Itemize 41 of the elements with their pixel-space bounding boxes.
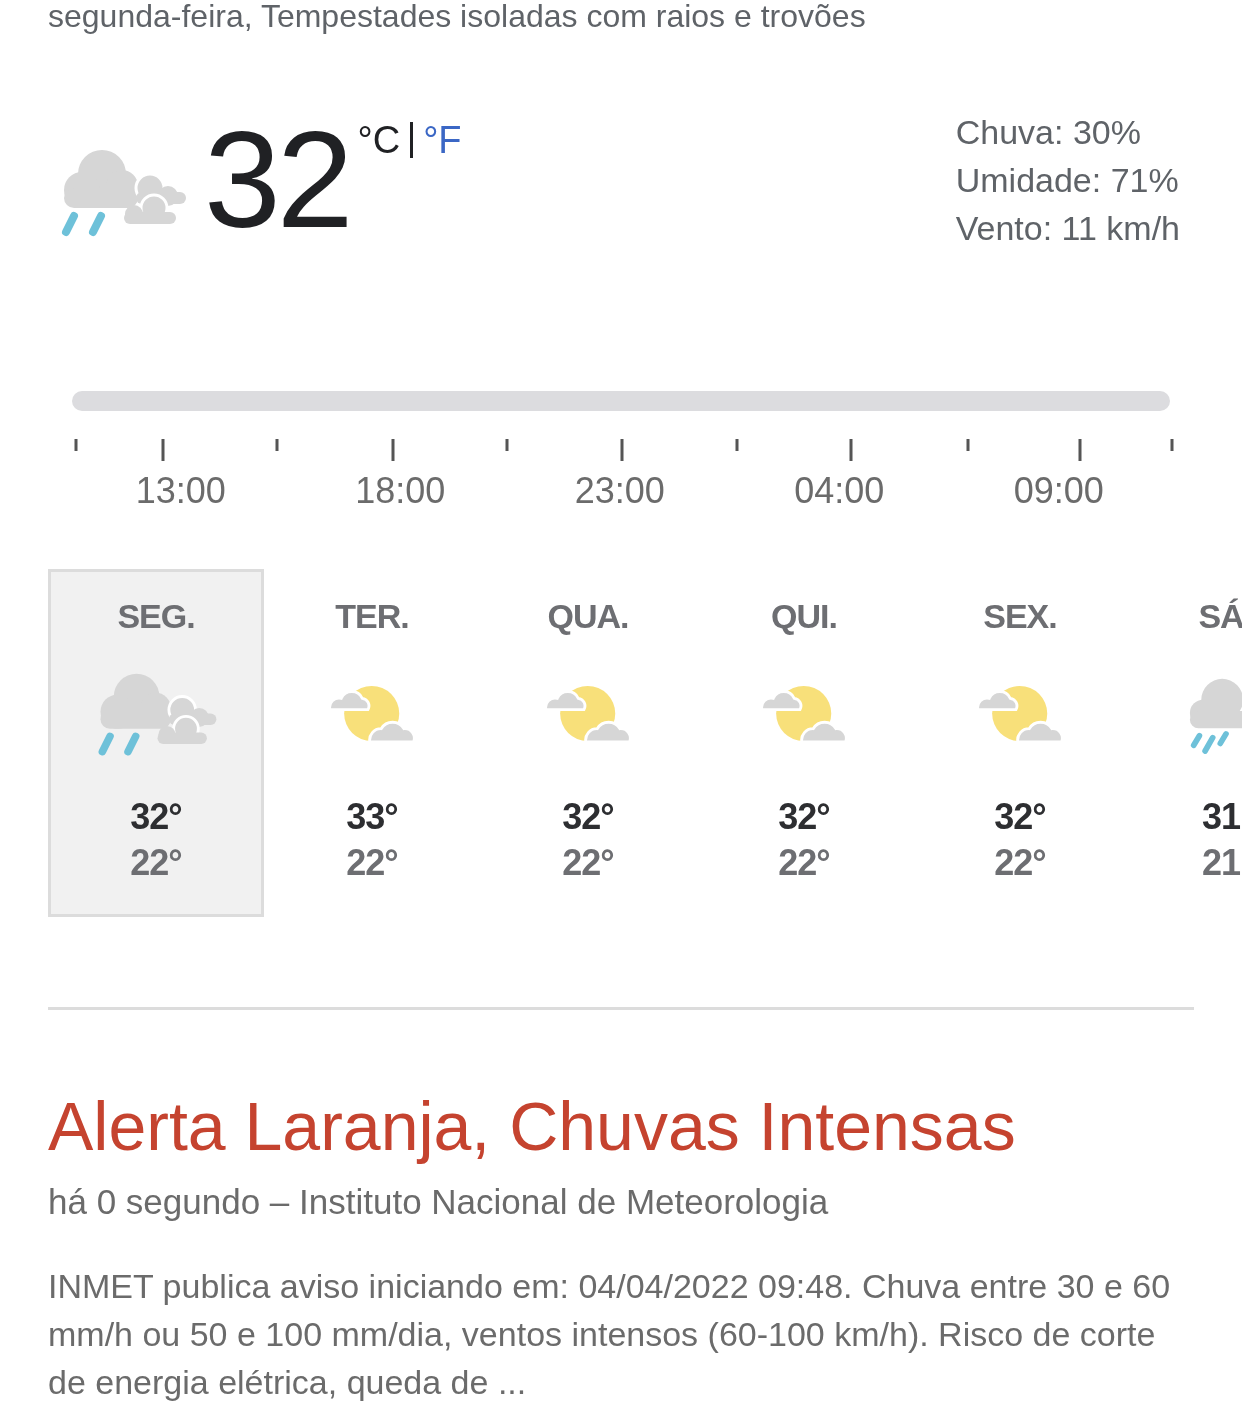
unit-toggle[interactable]: °C bbox=[357, 118, 401, 162]
low-temperature: 22° bbox=[346, 841, 398, 885]
day-label: QUI. bbox=[771, 596, 837, 636]
high-temperature: 32° bbox=[562, 795, 614, 839]
day-forecast[interactable]: QUI. 32° 22° bbox=[696, 569, 912, 917]
unit-toggle[interactable]: °F bbox=[423, 118, 462, 162]
day-label: TER. bbox=[335, 596, 409, 636]
day-label: SEG. bbox=[117, 596, 195, 636]
high-temperature: 32° bbox=[130, 795, 182, 839]
high-temperature: 31 bbox=[1201, 795, 1240, 839]
low-temperature: 22° bbox=[994, 841, 1046, 885]
day-label: SÁ bbox=[1198, 596, 1242, 636]
weather-detail: Umidade: 71% bbox=[955, 160, 1180, 201]
low-temperature: 22° bbox=[778, 841, 830, 885]
day-label: SEX. bbox=[983, 596, 1057, 636]
low-temperature: 22° bbox=[562, 841, 614, 885]
weather-detail: Vento: 11 km/h bbox=[955, 208, 1180, 249]
low-temperature: 21 bbox=[1201, 841, 1240, 885]
day-forecast[interactable]: SEG. 32° 22° bbox=[48, 569, 264, 917]
weather-summary: segunda-feira, Tempestades isoladas com raios e trovões bbox=[48, 0, 867, 36]
time-label: 09:00 bbox=[1013, 469, 1104, 513]
day-forecast[interactable]: SÁ 31 21 bbox=[1128, 569, 1242, 917]
alert-text: INMET publica aviso iniciando em: 04/04/2022 09:48. Chuva entre 30 e 60 mm/h ou 50 e 100 mm/dia, ventos intensos (60-100 km/h). Risco de corte de energia elétrica, queda de ... bbox=[48, 1266, 1172, 1403]
time-label: 18:00 bbox=[355, 469, 446, 513]
current-temperature: 32 bbox=[204, 114, 350, 244]
alert-title[interactable]: Alerta Laranja, Chuvas Intensas bbox=[48, 1086, 1242, 1166]
low-temperature: 22° bbox=[130, 841, 182, 885]
high-temperature: 33° bbox=[346, 795, 398, 839]
timeline-track[interactable] bbox=[72, 391, 1170, 411]
time-label: 23:00 bbox=[574, 469, 665, 513]
high-temperature: 32° bbox=[994, 795, 1046, 839]
day-forecast[interactable]: QUA. 32° 22° bbox=[480, 569, 696, 917]
time-label: 13:00 bbox=[135, 469, 226, 513]
day-forecast[interactable]: SEX. 32° 22° bbox=[912, 569, 1128, 917]
day-forecast[interactable]: TER. 33° 22° bbox=[264, 569, 480, 917]
high-temperature: 32° bbox=[778, 795, 830, 839]
unit-separator bbox=[410, 122, 414, 158]
day-label: QUA. bbox=[547, 596, 629, 636]
alert-source: há 0 segundo – Instituto Nacional de Meteorologia bbox=[48, 1181, 830, 1223]
time-label: 04:00 bbox=[794, 469, 885, 513]
weather-detail: Chuva: 30% bbox=[955, 112, 1142, 153]
